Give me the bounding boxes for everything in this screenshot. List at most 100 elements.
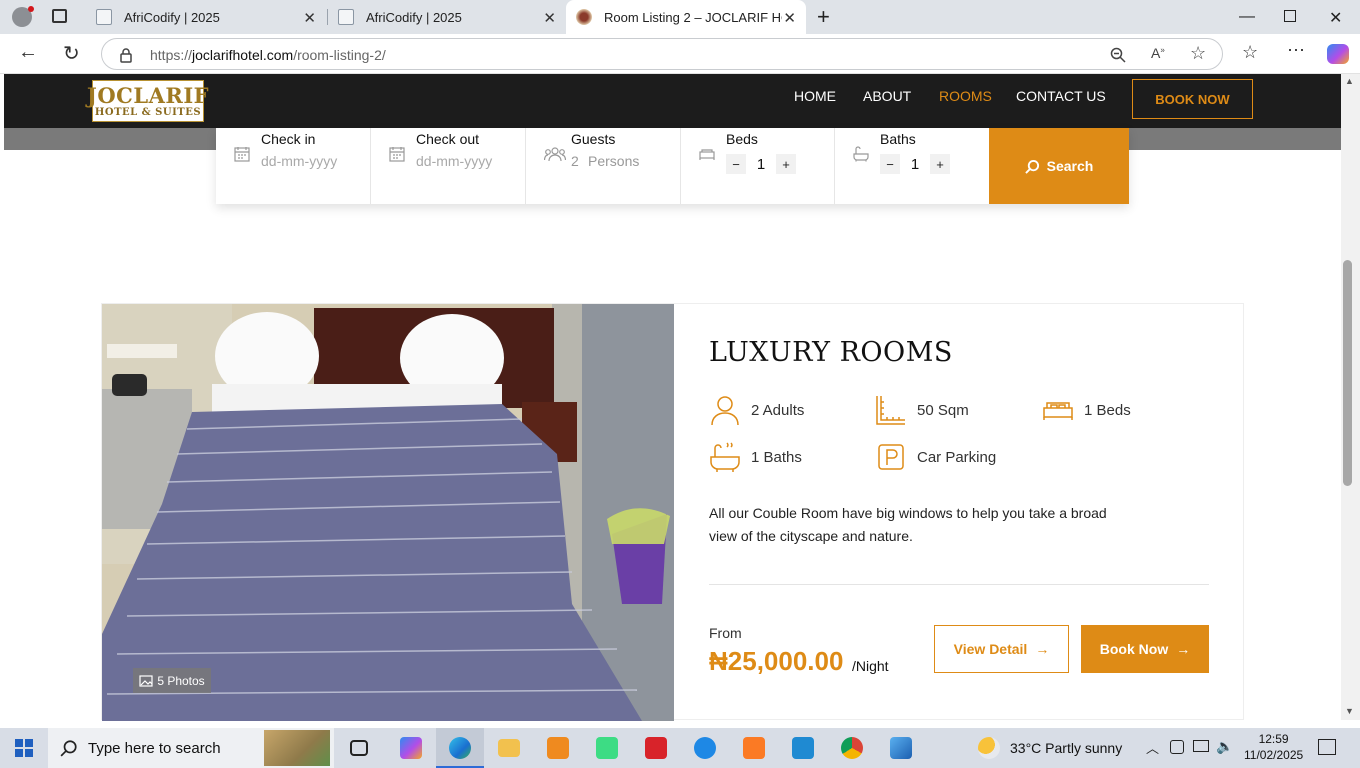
nav-rooms[interactable]: ROOMS xyxy=(939,88,992,104)
app-store-icon[interactable] xyxy=(694,737,716,759)
notifications-icon[interactable] xyxy=(1318,739,1336,755)
search-icon xyxy=(60,740,77,757)
favorite-star-icon[interactable]: ☆ xyxy=(1190,43,1206,64)
per-night-label: /Night xyxy=(852,658,889,674)
url-prefix: https:// xyxy=(150,47,193,63)
room-photo[interactable]: 5 Photos xyxy=(102,304,674,721)
page-favicon-icon xyxy=(338,9,354,25)
meet-now-icon[interactable] xyxy=(1170,740,1184,754)
xampp-icon[interactable] xyxy=(743,737,765,759)
close-window-icon[interactable]: ✕ xyxy=(1329,8,1342,28)
book-now-button[interactable]: Book Now → xyxy=(1081,625,1209,673)
tab-africodify-1[interactable]: AfriCodify | 2025 ✕ xyxy=(86,0,326,34)
calendar-icon xyxy=(389,147,405,162)
scrollbar-thumb[interactable] xyxy=(1343,260,1352,486)
booking-search-form: Check in dd-mm-yyyy Check out dd-mm-yyyy… xyxy=(216,128,1129,204)
parking-icon xyxy=(878,444,904,470)
clock-time: 12:59 xyxy=(1258,732,1289,746)
zoom-icon[interactable] xyxy=(1110,47,1126,63)
checkin-field[interactable]: Check in dd-mm-yyyy xyxy=(216,128,371,204)
read-aloud-icon[interactable]: A» xyxy=(1151,45,1165,61)
feature-size-label: 50 Sqm xyxy=(917,401,969,419)
file-explorer-icon[interactable] xyxy=(498,739,520,757)
weather-icon xyxy=(978,737,1000,759)
checkin-label: Check in xyxy=(261,131,316,147)
nav-contact-us[interactable]: CONTACT US xyxy=(1016,88,1106,104)
guests-field[interactable]: Guests 2 Persons xyxy=(526,128,681,204)
show-hidden-icons-icon[interactable]: ︿ xyxy=(1146,738,1159,757)
address-bar[interactable]: https://joclarifhotel.com/room-listing-2… xyxy=(101,38,1223,70)
photos-count-badge[interactable]: 5 Photos xyxy=(133,668,211,693)
tab-room-listing[interactable]: Room Listing 2 – JOCLARIF HOTEL ✕ xyxy=(566,0,806,34)
restore-icon[interactable] xyxy=(1284,10,1296,22)
baths-label: Baths xyxy=(880,131,916,147)
close-tab-icon[interactable]: ✕ xyxy=(783,9,796,27)
checkout-field[interactable]: Check out dd-mm-yyyy xyxy=(371,128,526,204)
close-tab-icon[interactable]: ✕ xyxy=(303,9,316,27)
beds-value[interactable]: 1 xyxy=(746,156,776,173)
feature-beds: 1 Beds xyxy=(1042,394,1131,426)
area-ruler-icon xyxy=(876,396,905,425)
view-detail-button[interactable]: View Detail → xyxy=(934,625,1069,673)
calendar-icon xyxy=(234,147,250,162)
reload-icon[interactable]: ↻ xyxy=(63,41,80,66)
feature-adults: 2 Adults xyxy=(709,394,804,426)
task-view-icon[interactable] xyxy=(350,740,368,756)
copilot-icon[interactable] xyxy=(1327,44,1349,64)
page-favicon-icon xyxy=(96,9,112,25)
beds-label: Beds xyxy=(726,131,758,147)
guests-value: 2 xyxy=(571,153,579,169)
clock-date: 11/02/2025 xyxy=(1244,748,1304,762)
baths-increment-button[interactable]: + xyxy=(930,154,950,174)
address-bar-row: ← ↻ https://joclarifhotel.com/room-listi… xyxy=(0,34,1360,74)
search-button[interactable]: Search xyxy=(989,128,1129,204)
more-menu-icon[interactable]: ⋯ xyxy=(1287,40,1305,61)
new-tab-icon[interactable]: + xyxy=(817,4,830,30)
chrome-icon[interactable] xyxy=(841,737,863,759)
photos-app-icon[interactable] xyxy=(890,737,912,759)
scroll-up-icon[interactable]: ▲ xyxy=(1345,76,1354,86)
baths-decrement-button[interactable]: − xyxy=(880,154,900,174)
flash-app-icon[interactable] xyxy=(645,737,667,759)
edge-browser-icon[interactable] xyxy=(449,737,471,759)
browser-tab-strip: AfriCodify | 2025 ✕ AfriCodify | 2025 ✕ … xyxy=(0,0,1360,34)
tab-africodify-2[interactable]: AfriCodify | 2025 ✕ xyxy=(328,0,566,34)
site-info-icon[interactable] xyxy=(118,47,134,63)
view-detail-label: View Detail xyxy=(953,641,1028,657)
bathtub-icon xyxy=(853,146,869,162)
baths-value[interactable]: 1 xyxy=(900,156,930,173)
tab-actions-icon[interactable] xyxy=(52,9,67,23)
feature-parking-label: Car Parking xyxy=(917,448,997,466)
android-studio-icon[interactable] xyxy=(596,737,618,759)
system-clock[interactable]: 12:59 11/02/2025 xyxy=(1244,731,1303,763)
vscode-icon[interactable] xyxy=(792,737,814,759)
sublime-text-icon[interactable] xyxy=(547,737,569,759)
taskbar-search-placeholder: Type here to search xyxy=(88,739,221,757)
favorites-icon[interactable]: ☆ xyxy=(1242,42,1258,63)
room-price: ₦25,000.00 xyxy=(709,646,844,676)
room-title[interactable]: LUXURY ROOMS xyxy=(709,337,953,368)
network-icon[interactable] xyxy=(1193,740,1209,752)
windows-start-icon[interactable] xyxy=(15,739,33,757)
close-tab-icon[interactable]: ✕ xyxy=(543,9,556,27)
nav-about[interactable]: ABOUT xyxy=(863,88,911,104)
beds-decrement-button[interactable]: − xyxy=(726,154,746,174)
beds-stepper: − 1 + xyxy=(726,154,796,174)
scroll-down-icon[interactable]: ▼ xyxy=(1345,706,1354,716)
bed-icon xyxy=(1043,402,1073,420)
volume-icon[interactable]: 🔈 xyxy=(1216,738,1233,755)
nav-home[interactable]: HOME xyxy=(794,88,836,104)
logo-line-2: HOTEL & SUITES xyxy=(94,106,202,118)
back-icon[interactable]: ← xyxy=(18,41,38,64)
bathtub-icon xyxy=(710,442,740,472)
minimize-icon[interactable]: — xyxy=(1239,8,1255,26)
beds-increment-button[interactable]: + xyxy=(776,154,796,174)
guests-icon xyxy=(544,147,566,162)
taskbar-search-box[interactable]: Type here to search xyxy=(48,728,334,768)
copilot-taskbar-icon[interactable] xyxy=(400,737,422,759)
site-logo[interactable]: JOCLARIF HOTEL & SUITES xyxy=(87,80,209,122)
feature-baths: 1 Baths xyxy=(709,441,802,473)
weather-text[interactable]: 33°C Partly sunny xyxy=(1010,740,1122,756)
search-icon xyxy=(1024,159,1039,174)
book-now-header-button[interactable]: BOOK NOW xyxy=(1132,79,1253,119)
